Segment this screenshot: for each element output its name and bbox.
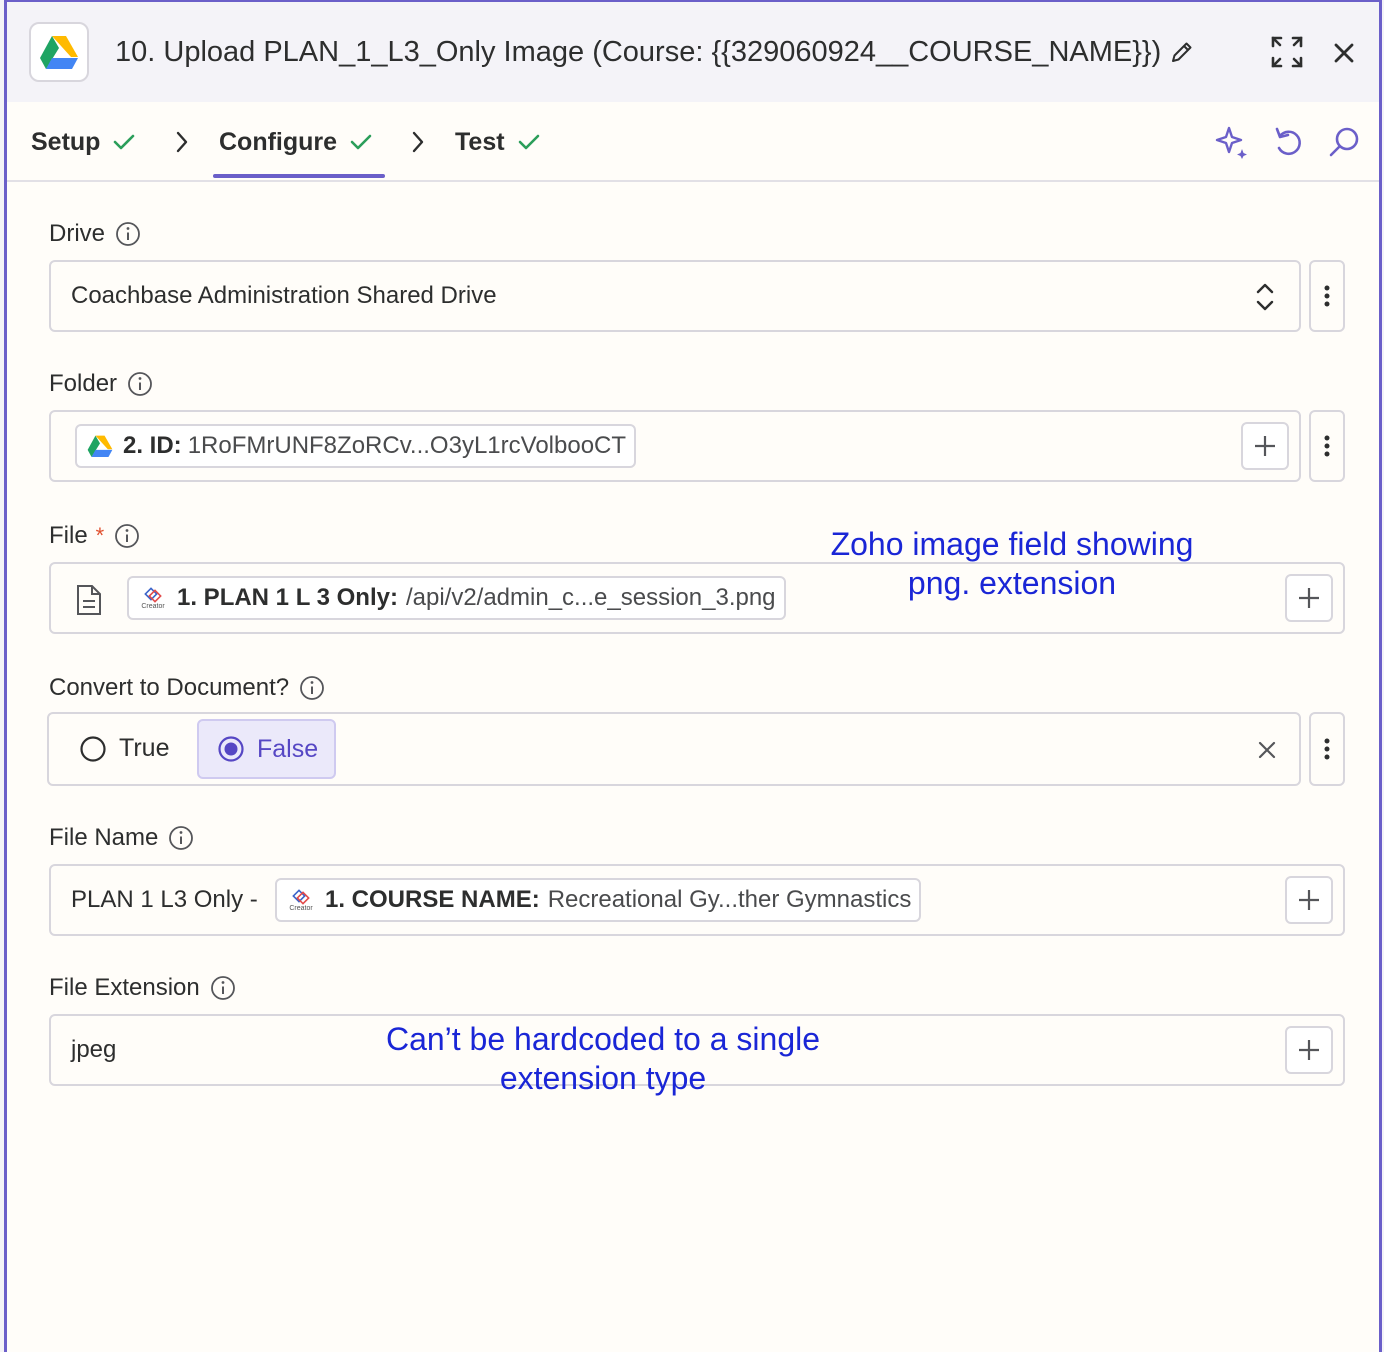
- file-name-pill[interactable]: Creator 1. COURSE NAME: Recreational Gy.…: [275, 878, 922, 922]
- file-name-label: File Name: [49, 824, 194, 852]
- file-extension-value: jpeg: [71, 1036, 117, 1063]
- plus-icon: [1299, 1040, 1319, 1060]
- file-annotation-line1: Zoho image field showing: [830, 526, 1194, 562]
- extension-annotation-line2: extension type: [499, 1060, 707, 1096]
- google-drive-icon: [87, 435, 113, 458]
- file-label: File *: [49, 522, 140, 550]
- kebab-icon: [1324, 435, 1330, 457]
- step-title: 10. Upload PLAN_1_L3_Only Image (Course:…: [115, 36, 1162, 68]
- google-drive-icon: [29, 22, 89, 82]
- file-label-text: File: [49, 522, 88, 549]
- search-icon[interactable]: [1327, 124, 1363, 160]
- active-tab-indicator: [213, 174, 385, 178]
- file-name-prefix: PLAN 1 L3 Only -: [71, 886, 258, 913]
- folder-pill[interactable]: 2. ID: 1RoFMrUNF8ZoRCv...O3yL1rcVolbooCT: [75, 424, 637, 468]
- file-pill-key: 1. PLAN 1 L 3 Only:: [177, 584, 398, 611]
- file-name-pill-value: Recreational Gy...ther Gymnastics: [547, 886, 912, 913]
- file-annotation-line2: png. extension: [907, 565, 1117, 601]
- file-extension-label-text: File Extension: [49, 974, 200, 1001]
- folder-pill-key: 2. ID:: [123, 432, 182, 459]
- file-name-pill-key: 1. COURSE NAME:: [325, 886, 540, 913]
- kebab-icon: [1324, 285, 1330, 307]
- file-pill[interactable]: Creator 1. PLAN 1 L 3 Only: /api/v2/admi…: [127, 576, 786, 620]
- file-extension-label: File Extension: [49, 974, 236, 1002]
- pencil-icon[interactable]: [1169, 39, 1195, 65]
- convert-radio-group: True False: [47, 712, 1301, 786]
- tab-setup[interactable]: Setup: [31, 124, 136, 160]
- zoho-creator-icon: Creator: [139, 586, 167, 610]
- convert-label-text: Convert to Document?: [49, 674, 290, 701]
- sparkle-icon[interactable]: [1213, 124, 1249, 160]
- chevron-right-icon: [412, 131, 424, 153]
- file-add-button[interactable]: [1285, 574, 1333, 622]
- required-marker: *: [95, 523, 105, 548]
- step-tabs: Setup Configure Test: [7, 102, 1379, 182]
- zoho-creator-icon: Creator: [287, 888, 315, 912]
- folder-add-button[interactable]: [1241, 422, 1289, 470]
- step-config-panel: 10. Upload PLAN_1_L3_Only Image (Course:…: [4, 0, 1382, 1352]
- file-annotation: Zoho image field showing png. extension: [827, 525, 1197, 603]
- file-extension-add-button[interactable]: [1285, 1026, 1333, 1074]
- file-name-label-text: File Name: [49, 824, 159, 851]
- convert-more-button[interactable]: [1309, 712, 1345, 786]
- radio-false-label: False: [257, 734, 319, 763]
- radio-true-label: True: [119, 734, 170, 762]
- tab-test-label: Test: [455, 127, 505, 156]
- creator-icon-caption: Creator: [289, 904, 313, 912]
- drive-value: Coachbase Administration Shared Drive: [71, 282, 497, 309]
- chevron-right-icon: [176, 131, 188, 153]
- info-icon[interactable]: [299, 675, 325, 701]
- clear-icon[interactable]: [1255, 738, 1279, 762]
- folder-label-text: Folder: [49, 370, 118, 397]
- info-icon[interactable]: [127, 371, 153, 397]
- convert-label: Convert to Document?: [49, 674, 325, 702]
- drive-more-button[interactable]: [1309, 260, 1345, 332]
- creator-icon-caption: Creator: [141, 602, 165, 610]
- drive-label-text: Drive: [49, 220, 106, 247]
- plus-icon: [1299, 890, 1319, 910]
- tab-configure[interactable]: Configure: [219, 124, 373, 160]
- check-icon: [114, 134, 135, 150]
- undo-icon[interactable]: [1271, 124, 1307, 160]
- tab-setup-label: Setup: [31, 127, 101, 156]
- kebab-icon: [1324, 738, 1330, 760]
- drive-select[interactable]: Coachbase Administration Shared Drive: [49, 260, 1301, 332]
- tab-test[interactable]: Test: [455, 124, 541, 160]
- check-icon: [350, 134, 372, 150]
- check-icon: [518, 134, 539, 150]
- file-name-field[interactable]: PLAN 1 L3 Only - Creator 1. COURSE NAME:…: [49, 864, 1345, 936]
- extension-annotation-line1: Can’t be hardcoded to a single: [385, 1021, 821, 1057]
- drive-label: Drive: [49, 220, 141, 248]
- extension-annotation: Can’t be hardcoded to a single extension…: [383, 1020, 823, 1098]
- chevron-updown-icon: [1256, 283, 1274, 311]
- info-icon[interactable]: [168, 825, 194, 851]
- tab-configure-label: Configure: [219, 127, 338, 156]
- plus-icon: [1255, 436, 1275, 456]
- file-name-add-button[interactable]: [1285, 876, 1333, 924]
- folder-field[interactable]: 2. ID: 1RoFMrUNF8ZoRCv...O3yL1rcVolbooCT: [49, 410, 1301, 482]
- folder-pill-value: 1RoFMrUNF8ZoRCv...O3yL1rcVolbooCT: [187, 432, 627, 459]
- folder-more-button[interactable]: [1309, 410, 1345, 482]
- close-icon[interactable]: [1329, 38, 1359, 68]
- info-icon[interactable]: [210, 975, 236, 1001]
- radio-false[interactable]: False: [197, 719, 337, 779]
- panel-header: 10. Upload PLAN_1_L3_Only Image (Course:…: [7, 2, 1379, 102]
- folder-label: Folder: [49, 370, 153, 398]
- radio-true[interactable]: True: [79, 734, 169, 763]
- info-icon[interactable]: [115, 221, 141, 247]
- info-icon[interactable]: [114, 523, 140, 549]
- plus-icon: [1299, 588, 1319, 608]
- radio-unchecked-icon: [80, 735, 106, 762]
- radio-checked-icon: [218, 736, 244, 762]
- file-pill-value: /api/v2/admin_c...e_session_3.png: [405, 584, 776, 611]
- expand-icon[interactable]: [1269, 34, 1305, 70]
- file-icon: [77, 585, 101, 615]
